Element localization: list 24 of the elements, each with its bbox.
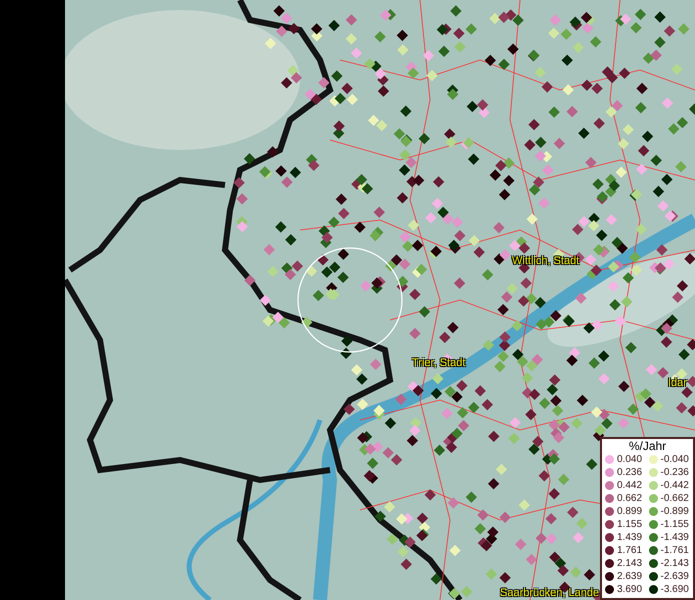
legend-label: 0.236 <box>617 468 642 478</box>
legend-label: 0.899 <box>617 506 642 516</box>
legend-label: -2.143 <box>660 558 689 568</box>
legend-label: -3.690 <box>660 584 689 594</box>
legend-label: 2.143 <box>617 558 642 568</box>
legend-label: -0.040 <box>660 454 689 464</box>
legend-label: 3.690 <box>617 584 642 594</box>
legend-label: -2.639 <box>660 572 689 582</box>
legend-label: -0.662 <box>660 494 689 504</box>
legend-label: -1.155 <box>660 520 689 530</box>
legend-label: 0.040 <box>617 454 642 464</box>
legend-label: 0.442 <box>617 480 642 490</box>
legend-label: 1.761 <box>617 546 642 556</box>
legend-label: -0.442 <box>660 480 689 490</box>
legend-label: 1.155 <box>617 520 642 530</box>
place-label: Idar <box>668 378 687 389</box>
legend-title: %/Jahr <box>628 440 668 453</box>
legend-label: 1.439 <box>617 532 642 542</box>
legend-label: 0.662 <box>617 494 642 504</box>
legend-label: -0.899 <box>660 506 689 516</box>
legend-label: -1.439 <box>660 532 689 542</box>
legend-label: -1.761 <box>660 546 689 556</box>
legend-label: -0.236 <box>660 468 689 478</box>
legend-label: 2.639 <box>617 572 642 582</box>
